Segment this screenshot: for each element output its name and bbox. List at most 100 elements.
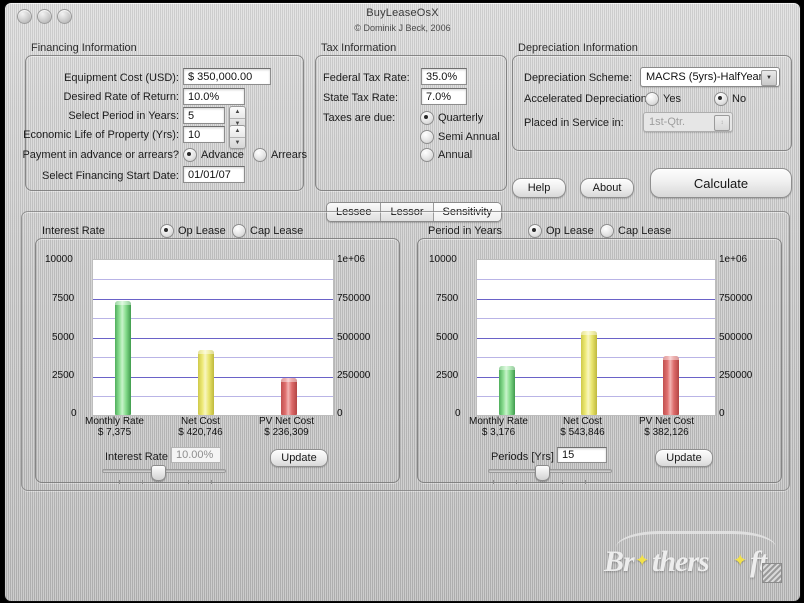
left-val-pv-net-cost: $ 236,309 — [264, 427, 309, 438]
depreciation-scheme-value: MACRS (5yrs)-HalfYear — [646, 71, 763, 83]
window-title: BuyLeaseOsX — [366, 7, 439, 19]
left-val-monthly-rate: $ 7,375 — [97, 427, 132, 438]
right-radio-op-lease[interactable]: Op Lease — [528, 224, 594, 238]
right-update-button[interactable]: Update — [655, 449, 713, 467]
right-axis-tick-7500: 7500 — [436, 293, 459, 304]
radio-arrears-icon[interactable] — [253, 148, 267, 162]
left-slider[interactable] — [102, 465, 226, 484]
right-radio-cap-lease-icon[interactable] — [600, 224, 614, 238]
desired-rate-input[interactable]: 10.0% — [183, 88, 245, 105]
right-cat-pv-net-cost: PV Net Cost — [638, 416, 695, 427]
left-radio-cap-lease-icon[interactable] — [232, 224, 246, 238]
right-axis-tick-10000: 10000 — [429, 254, 457, 265]
placed-in-service-select[interactable]: 1st-Qtr. ↕ — [643, 112, 733, 132]
left-axis-tick-7500: 7500 — [52, 293, 75, 304]
stepper-up-icon[interactable]: ▲ — [230, 107, 245, 119]
copyright-notice: © Dominik J Beck, 2006 — [354, 23, 451, 33]
left-bar-monthly-rate — [115, 301, 131, 415]
watermark-text-1: Br — [604, 545, 635, 578]
radio-advance[interactable]: Advance — [183, 148, 244, 162]
radio-accelerated-no-label: No — [732, 93, 747, 105]
right-cat-monthly-rate: Monthly Rate — [469, 416, 528, 427]
state-tax-label: State Tax Rate: — [323, 92, 399, 104]
right-slider-track[interactable] — [488, 469, 612, 473]
scheme-label: Depreciation Scheme: — [524, 72, 633, 84]
resize-grip-icon[interactable] — [762, 563, 782, 583]
right-radio-op-lease-icon[interactable] — [528, 224, 542, 238]
right-right-axis-tick-500000: 500000 — [719, 332, 753, 343]
federal-tax-label: Federal Tax Rate: — [323, 72, 410, 84]
right-radio-cap-lease[interactable]: Cap Lease — [600, 224, 671, 238]
chevron-down-icon[interactable]: ▼ — [761, 70, 777, 86]
left-right-axis-tick-750000: 750000 — [337, 293, 371, 304]
radio-advance-label: Advance — [201, 149, 244, 161]
left-cat-pv-net-cost: PV Net Cost — [258, 416, 315, 427]
left-radio-op-lease-label: Op Lease — [178, 225, 226, 237]
radio-accelerated-no[interactable]: No — [714, 92, 746, 106]
economic-life-stepper[interactable]: ▲ ▼ — [229, 125, 246, 149]
depreciation-scheme-select[interactable]: MACRS (5yrs)-HalfYear ▼ — [640, 67, 780, 87]
screenshot-root: BuyLeaseOsX © Dominik J Beck, 2006 Finan… — [0, 0, 804, 603]
radio-accelerated-yes-icon[interactable] — [645, 92, 659, 106]
left-radio-cap-lease[interactable]: Cap Lease — [232, 224, 303, 238]
radio-semi-annual-label: Semi Annual — [438, 131, 500, 143]
watermark-star-icon: ✦ — [733, 551, 748, 570]
calculate-button[interactable]: Calculate — [650, 168, 792, 198]
left-panel-title: Interest Rate — [42, 225, 105, 237]
radio-accelerated-no-icon[interactable] — [714, 92, 728, 106]
economic-life-input[interactable]: 10 — [183, 126, 225, 143]
taxes-due-label: Taxes are due: — [323, 112, 396, 124]
period-years-label: Select Period in Years: — [68, 110, 179, 122]
gridline — [477, 279, 715, 280]
left-update-button[interactable]: Update — [270, 449, 328, 467]
radio-advance-icon[interactable] — [183, 148, 197, 162]
economic-life-label: Economic Life of Property (Yrs): — [23, 129, 179, 141]
gridline — [93, 299, 333, 300]
radio-annual-icon[interactable] — [420, 148, 434, 162]
stepper-up-icon[interactable]: ▲ — [230, 126, 245, 138]
left-radio-op-lease[interactable]: Op Lease — [160, 224, 226, 238]
radio-quarterly[interactable]: Quarterly — [420, 111, 483, 125]
right-right-axis-tick-750000: 750000 — [719, 293, 753, 304]
left-radio-cap-lease-label: Cap Lease — [250, 225, 304, 237]
left-radio-op-lease-icon[interactable] — [160, 224, 174, 238]
state-tax-input[interactable]: 7.0% — [421, 88, 467, 105]
federal-tax-input[interactable]: 35.0% — [421, 68, 467, 85]
help-button[interactable]: Help — [512, 178, 566, 198]
radio-accelerated-yes[interactable]: Yes — [645, 92, 681, 106]
radio-semi-annual[interactable]: Semi Annual — [420, 130, 500, 144]
stepper-down-icon[interactable]: ▼ — [230, 138, 245, 149]
left-bar-pv-net-cost — [281, 378, 297, 415]
period-years-input[interactable]: 5 — [183, 107, 225, 124]
equipment-cost-label: Equipment Cost (USD): — [64, 72, 179, 84]
radio-annual[interactable]: Annual — [420, 148, 472, 162]
left-chart-plot-area — [92, 259, 334, 416]
equipment-cost-input[interactable]: $ 350,000.00 — [183, 68, 271, 85]
left-right-axis-tick-250000: 250000 — [337, 370, 371, 381]
right-slider-thumb[interactable] — [535, 465, 550, 481]
right-slider-value[interactable]: 15 — [557, 447, 607, 463]
right-slider[interactable] — [488, 465, 612, 484]
tax-group-label: Tax Information — [321, 42, 397, 54]
about-button[interactable]: About — [580, 178, 634, 198]
right-bar-monthly-rate — [499, 366, 515, 415]
left-slider-value[interactable]: 10.00% — [171, 447, 221, 463]
left-axis-tick-5000: 5000 — [52, 332, 75, 343]
right-val-pv-net-cost: $ 382,126 — [644, 427, 689, 438]
radio-quarterly-icon[interactable] — [420, 111, 434, 125]
right-slider-label: Periods [Yrs] — [491, 451, 554, 463]
left-right-axis-tick-1e06: 1e+06 — [337, 254, 366, 265]
right-bar-pv-net-cost — [663, 356, 679, 415]
radio-annual-label: Annual — [438, 149, 473, 161]
stepper-updown-icon[interactable]: ↕ — [714, 115, 730, 131]
application-window: BuyLeaseOsX © Dominik J Beck, 2006 Finan… — [4, 2, 801, 602]
radio-arrears[interactable]: Arrears — [253, 148, 307, 162]
start-date-input[interactable]: 01/01/07 — [183, 166, 245, 183]
radio-semi-annual-icon[interactable] — [420, 130, 434, 144]
left-bar-net-cost — [198, 350, 214, 415]
left-slider-thumb[interactable] — [151, 465, 166, 481]
gridline — [477, 299, 715, 300]
right-right-axis-tick-250000: 250000 — [719, 370, 753, 381]
right-radio-cap-lease-label: Cap Lease — [618, 225, 672, 237]
left-cat-net-cost: Net Cost — [181, 416, 220, 427]
